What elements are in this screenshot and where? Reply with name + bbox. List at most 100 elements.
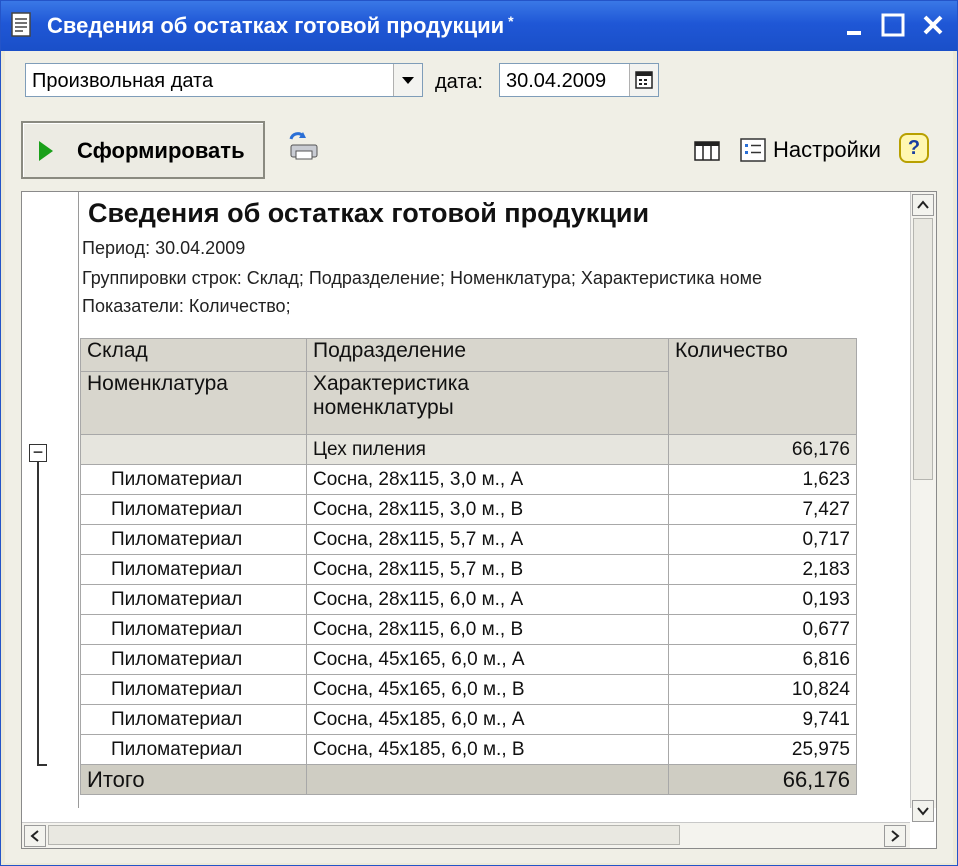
total-row: Итого 66,176 [80,764,857,795]
row-quantity: 10,824 [668,674,857,705]
row-characteristic: Сосна, 28х115, 5,7 м., В [306,554,669,585]
table-row[interactable]: Пиломатериал Сосна, 28х115, 5,7 м., В 2,18… [80,554,857,585]
settings-list-icon[interactable] [739,137,767,163]
row-characteristic: Сосна, 45х185, 6,0 м., В [306,734,669,765]
scroll-down-button[interactable] [912,800,934,822]
report-document-icon [11,12,31,37]
col-header-characteristic-text: Характеристика номенклатуры [313,372,470,419]
report-spreadsheet[interactable]: − Сведения об остатках готовой продукции… [21,191,937,849]
report-window: Сведения об остатках готовой продукции * … [0,0,958,866]
row-item: Пиломатериал [80,584,307,615]
group-bracket-line [37,462,39,764]
title-bar: Сведения об остатках готовой продукции * [1,1,957,51]
table-row[interactable]: Пиломатериал Сосна, 28х115, 3,0 м., В 7,42… [80,494,857,525]
vertical-scroll-thumb[interactable] [913,218,933,480]
col-header-characteristic: Характеристика номенклатуры [306,371,669,435]
help-label: ? [907,137,921,159]
row-quantity: 2,183 [668,554,857,585]
settings-button[interactable]: Настройки [773,137,881,163]
row-quantity: 0,193 [668,584,857,615]
header-row-1: Склад Подразделение Количество [80,338,857,435]
col-header-department: Подразделение [306,338,669,372]
collapse-group-button[interactable]: − [29,442,47,462]
chevron-down-icon [917,807,929,816]
table-row[interactable]: Пиломатериал Сосна, 45х185, 6,0 м., А 9,74… [80,704,857,735]
modified-mark: * [508,13,514,29]
chevron-down-icon [402,77,414,84]
row-quantity: 6,816 [668,644,857,675]
help-icon[interactable]: ? [899,133,929,163]
row-characteristic: Сосна, 45х165, 6,0 м., В [306,674,669,705]
date-label: дата: [435,71,483,93]
minimize-icon[interactable] [839,9,871,41]
table-row[interactable]: Пиломатериал Сосна, 28х115, 6,0 м., А 0,19… [80,584,857,615]
row-quantity: 9,741 [668,704,857,735]
print-refresh-icon[interactable] [285,131,321,163]
maximize-icon[interactable] [877,9,909,41]
period-mode-value: Произвольная дата [32,70,214,92]
table-row[interactable]: Пиломатериал Сосна, 45х165, 6,0 м., А 6,81… [80,644,857,675]
table-row[interactable]: Пиломатериал Сосна, 28х115, 3,0 м., А 1,62… [80,464,857,495]
report-groupings: Группировки строк: Склад; Подразделение;… [82,268,762,288]
total-empty-cell [306,764,669,795]
row-item: Пиломатериал [80,524,307,555]
collapse-symbol: − [32,442,44,462]
grouping-gutter: − [22,192,79,808]
col-header-quantity: Количество [668,338,857,435]
horizontal-scroll-thumb[interactable] [48,825,680,845]
play-icon [39,141,53,161]
window-title-text: Сведения об остатках готовой продукции [47,13,505,38]
calendar-icon [635,71,653,89]
period-dropdown-button[interactable] [393,64,422,96]
row-quantity: 25,975 [668,734,857,765]
row-quantity: 1,623 [668,464,857,495]
row-quantity: 7,427 [668,494,857,525]
row-characteristic: Сосна, 28х115, 5,7 м., А [306,524,669,555]
group-department: Цех пиления [306,434,669,465]
table-row[interactable]: Пиломатериал Сосна, 45х185, 6,0 м., В 25,9… [80,734,857,765]
total-label: Итого [80,764,307,795]
table-row[interactable]: Пиломатериал Сосна, 28х115, 6,0 м., В 0,67… [80,614,857,645]
date-value: 30.04.2009 [506,70,607,92]
row-item: Пиломатериал [80,644,307,675]
row-item: Пиломатериал [80,554,307,585]
chevron-left-icon [30,830,39,842]
row-characteristic: Сосна, 28х115, 6,0 м., В [306,614,669,645]
total-quantity: 66,176 [668,764,857,795]
scroll-up-button[interactable] [912,194,934,216]
chevron-right-icon [891,830,900,842]
group-bracket-end [37,764,47,766]
row-characteristic: Сосна, 45х185, 6,0 м., А [306,704,669,735]
period-mode-select[interactable]: Произвольная дата [25,63,423,97]
row-item: Пиломатериал [80,734,307,765]
report-table: Склад Подразделение Количество Номенклат… [80,338,857,795]
group-row[interactable]: Цех пиления 66,176 [80,434,857,465]
calendar-button[interactable] [629,64,658,96]
report-title: Сведения об остатках готовой продукции [88,198,650,228]
group-quantity: 66,176 [668,434,857,465]
row-quantity: 0,677 [668,614,857,645]
table-row[interactable]: Пиломатериал Сосна, 45х165, 6,0 м., В 10,8… [80,674,857,705]
report-period: Период: 30.04.2009 [82,238,246,258]
row-item: Пиломатериал [80,494,307,525]
horizontal-scrollbar[interactable] [22,822,910,848]
group-warehouse-cell [80,434,307,465]
row-quantity: 0,717 [668,524,857,555]
col-header-nomenclature: Номенклатура [80,371,307,435]
close-icon[interactable] [917,9,949,41]
row-characteristic: Сосна, 28х115, 6,0 м., А [306,584,669,615]
table-layout-icon[interactable] [693,139,721,163]
generate-label: Сформировать [77,138,245,163]
col-header-warehouse: Склад [80,338,307,372]
scroll-right-button[interactable] [884,825,906,847]
row-item: Пиломатериал [80,704,307,735]
vertical-scrollbar[interactable] [910,192,936,822]
table-row[interactable]: Пиломатериал Сосна, 28х115, 5,7 м., А 0,71… [80,524,857,555]
date-input[interactable]: 30.04.2009 [499,63,659,97]
row-characteristic: Сосна, 45х165, 6,0 м., А [306,644,669,675]
chevron-up-icon [917,200,929,209]
row-item: Пиломатериал [80,464,307,495]
generate-button[interactable]: Сформировать [21,121,265,179]
scroll-left-button[interactable] [24,825,46,847]
row-characteristic: Сосна, 28х115, 3,0 м., В [306,494,669,525]
